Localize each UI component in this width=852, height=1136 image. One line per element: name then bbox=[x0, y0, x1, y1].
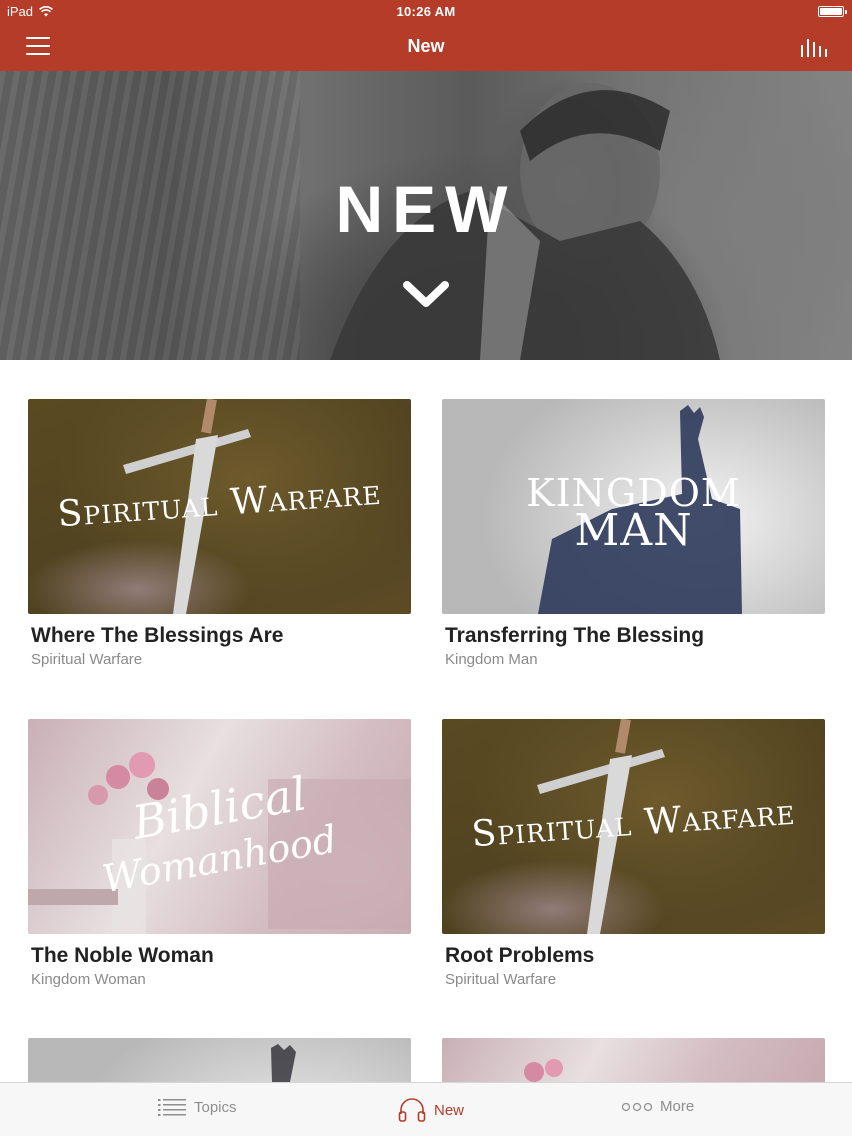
sermon-card[interactable]: Spiritual Warfare Where The Blessings Ar… bbox=[28, 399, 411, 668]
battery-icon bbox=[818, 6, 847, 17]
sermon-artwork[interactable]: Spiritual Warfare bbox=[28, 399, 411, 614]
now-playing-button[interactable] bbox=[798, 36, 828, 58]
tab-more[interactable]: More bbox=[622, 1098, 694, 1115]
sermon-series: Kingdom Woman bbox=[31, 971, 146, 988]
hero-heading: NEW bbox=[335, 172, 517, 246]
sermon-title: Root Problems bbox=[445, 944, 595, 967]
series-artwork-line2: Man bbox=[574, 505, 693, 556]
sermon-card[interactable]: Biblical Womanhood The Noble Woman Kingd… bbox=[28, 719, 411, 988]
status-time: 10:26 AM bbox=[396, 4, 456, 19]
tab-new[interactable]: New bbox=[398, 1098, 464, 1122]
sermon-card[interactable]: Spiritual Warfare Root Problems Spiritua… bbox=[442, 719, 825, 988]
tab-label: More bbox=[660, 1098, 695, 1115]
page-title: New bbox=[407, 36, 445, 56]
sermon-artwork-partial[interactable] bbox=[442, 1038, 825, 1082]
sermon-series: Spiritual Warfare bbox=[31, 651, 143, 668]
sermon-series: Kingdom Man bbox=[445, 651, 538, 668]
sermon-title: Transferring The Blessing bbox=[445, 624, 705, 647]
tab-label: New bbox=[434, 1101, 465, 1119]
sermon-title: Where The Blessings Are bbox=[31, 624, 284, 647]
sermon-artwork[interactable]: Kingdom Man bbox=[442, 399, 825, 614]
list-icon bbox=[158, 1099, 186, 1116]
headphones-icon bbox=[398, 1098, 426, 1122]
raised-hand-figure bbox=[271, 1044, 296, 1082]
tab-label: Topics bbox=[194, 1098, 237, 1116]
sermon-card[interactable]: Kingdom Man Transferring The Blessing Ki… bbox=[442, 399, 825, 668]
chevron-down-icon[interactable] bbox=[403, 279, 449, 309]
audio-bars-icon bbox=[801, 39, 827, 57]
more-dots-icon bbox=[622, 1102, 652, 1111]
sermon-title: The Noble Woman bbox=[31, 944, 214, 967]
flower-vase-icon bbox=[524, 1059, 563, 1082]
tab-topics[interactable]: Topics bbox=[158, 1098, 237, 1116]
hero-banner: NEW bbox=[0, 71, 852, 360]
sermon-series: Spiritual Warfare bbox=[445, 971, 557, 988]
sermon-artwork-partial[interactable] bbox=[28, 1038, 411, 1082]
screen: iPad 10:26 AM New NEW Spiritual Warfare … bbox=[0, 0, 852, 1136]
navigation-bar: iPad 10:26 AM New bbox=[0, 0, 852, 71]
status-bar: iPad 10:26 AM bbox=[0, 0, 852, 24]
sermon-artwork[interactable]: Biblical Womanhood bbox=[28, 719, 411, 934]
sermon-artwork[interactable]: Spiritual Warfare bbox=[442, 719, 825, 934]
tab-bar: Topics New More bbox=[0, 1082, 852, 1136]
